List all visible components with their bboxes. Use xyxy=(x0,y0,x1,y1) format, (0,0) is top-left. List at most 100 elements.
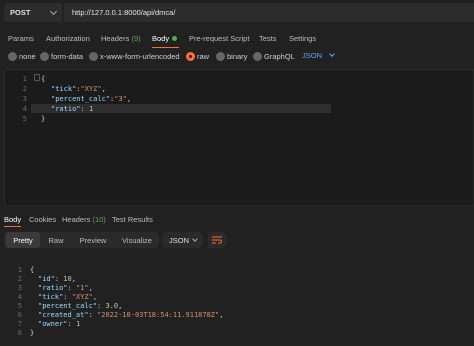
view-visualize[interactable]: Visualize xyxy=(116,232,158,248)
body-format-select[interactable]: JSON xyxy=(302,51,335,60)
json-value: "3" xyxy=(114,95,127,103)
json-key: "created_at" xyxy=(38,311,89,319)
resp-tab-headers[interactable]: Headers (10) xyxy=(62,211,106,227)
line-number: 4 xyxy=(22,105,27,113)
headers-count: (9) xyxy=(131,33,141,43)
response-body: 1 2 3 4 5 6 7 8 { "id": 10, "ratio": "1"… xyxy=(0,262,474,342)
json-value: "XYZ" xyxy=(71,293,93,301)
json-comma: , xyxy=(71,275,76,283)
tab-label: Test Results xyxy=(112,214,153,224)
tab-pre-request-script[interactable]: Pre-request Script xyxy=(189,28,249,48)
code-line: } xyxy=(41,115,45,123)
radio-raw[interactable] xyxy=(186,52,195,61)
url-input[interactable]: http://127.0.0.1:8000/api/dmca/ xyxy=(64,3,474,22)
json-key: "owner" xyxy=(38,320,68,328)
chevron-down-icon xyxy=(192,236,198,242)
tab-label: Tests xyxy=(259,33,277,43)
view-label: Visualize xyxy=(122,235,152,245)
tab-label: Body xyxy=(152,33,170,43)
resp-tab-cookies[interactable]: Cookies xyxy=(29,211,56,227)
brace: { xyxy=(30,266,35,274)
line-number: 1 xyxy=(17,266,22,274)
resp-tab-test-results[interactable]: Test Results xyxy=(112,211,153,227)
json-comma: , xyxy=(88,284,93,292)
code-line: { xyxy=(30,266,34,274)
method-label: POST xyxy=(10,8,31,17)
line-number: 5 xyxy=(22,115,27,123)
tab-settings[interactable]: Settings xyxy=(289,28,316,48)
json-value: 1 xyxy=(75,320,81,328)
json-value: "XYZ" xyxy=(80,85,102,93)
fold-icon xyxy=(34,74,40,81)
brace: } xyxy=(41,115,46,123)
view-preview[interactable]: Preview xyxy=(74,232,112,248)
brace: { xyxy=(41,75,46,83)
tab-authorization[interactable]: Authorization xyxy=(46,28,90,48)
json-comma: , xyxy=(219,311,224,319)
chevron-down-icon xyxy=(49,7,58,16)
view-raw[interactable]: Raw xyxy=(42,232,70,248)
view-pretty[interactable]: Pretty xyxy=(6,232,40,248)
radio-urlencoded[interactable] xyxy=(89,52,98,61)
tab-label: Cookies xyxy=(29,214,57,224)
json-key: "ratio" xyxy=(38,284,68,292)
json-sep: : xyxy=(67,320,76,328)
code-line: "tick":"XYZ", xyxy=(51,85,106,93)
method-select[interactable]: POST xyxy=(4,3,62,22)
json-key: "id" xyxy=(38,275,55,283)
radio-label-form-data: form-data xyxy=(51,52,84,61)
radio-binary[interactable] xyxy=(216,52,225,61)
line-number: 6 xyxy=(17,311,22,319)
code-line: "ratio": 1 xyxy=(51,105,93,113)
active-tab-indicator xyxy=(152,47,180,48)
radio-graphql[interactable] xyxy=(253,52,262,61)
code-line: "tick": "XYZ", xyxy=(38,293,97,301)
request-tabs: Params Authorization Headers (9) Body Pr… xyxy=(0,28,474,48)
view-label: Pretty xyxy=(13,235,33,245)
json-value: 1 xyxy=(88,105,94,113)
tab-tests[interactable]: Tests xyxy=(259,28,277,48)
line-number: 8 xyxy=(17,329,22,337)
tab-params[interactable]: Params xyxy=(8,28,34,48)
tab-label: Headers xyxy=(101,33,130,43)
json-key: "ratio" xyxy=(51,105,81,113)
json-comma: , xyxy=(92,293,98,301)
tab-label: Authorization xyxy=(46,33,90,43)
resp-tab-body[interactable]: Body xyxy=(4,211,22,227)
code-line: "percent_calc":"3", xyxy=(51,95,131,103)
wrap-lines-icon xyxy=(212,236,222,244)
url-bar: POST http://127.0.0.1:8000/api/dmca/ xyxy=(0,0,474,26)
radio-none[interactable] xyxy=(8,52,17,61)
code-line: "id": 10, xyxy=(38,275,76,283)
wrap-lines-button[interactable] xyxy=(208,232,226,248)
json-value: 10 xyxy=(63,275,72,283)
code-line: "ratio": "1", xyxy=(38,284,93,292)
json-value: "1" xyxy=(75,284,89,292)
json-value: "2022-10-03T18:54:11.911878Z" xyxy=(97,311,220,319)
tab-body[interactable]: Body xyxy=(152,28,180,48)
line-number: 3 xyxy=(17,284,22,292)
brace: } xyxy=(30,329,35,337)
json-sep: : xyxy=(67,284,76,292)
line-number: 3 xyxy=(22,95,27,103)
json-comma: , xyxy=(118,302,123,310)
tab-label: Body xyxy=(4,214,22,224)
tab-headers[interactable]: Headers (9) xyxy=(101,28,141,48)
url-text: http://127.0.0.1:8000/api/dmca/ xyxy=(72,8,176,17)
radio-label-raw: raw xyxy=(197,52,210,61)
json-key: "tick" xyxy=(38,293,64,301)
radio-form-data[interactable] xyxy=(40,52,49,61)
json-sep: : xyxy=(63,293,72,301)
json-comma: , xyxy=(101,85,106,93)
line-number: 1 xyxy=(22,75,27,83)
json-comma: , xyxy=(126,95,132,103)
code-line: "owner": 1 xyxy=(38,320,80,328)
radio-label-urlencoded: x-www-form-urlencoded xyxy=(100,52,180,61)
response-format-select[interactable]: JSON xyxy=(163,232,203,248)
line-number: 2 xyxy=(22,85,27,93)
request-body-editor[interactable]: 1 2 3 4 5 { "tick":"XYZ", "percent_calc"… xyxy=(4,69,474,206)
line-number: 7 xyxy=(17,320,22,328)
response-format-label: JSON xyxy=(169,235,190,245)
view-label: Raw xyxy=(48,235,64,245)
json-key: "tick" xyxy=(51,85,77,93)
